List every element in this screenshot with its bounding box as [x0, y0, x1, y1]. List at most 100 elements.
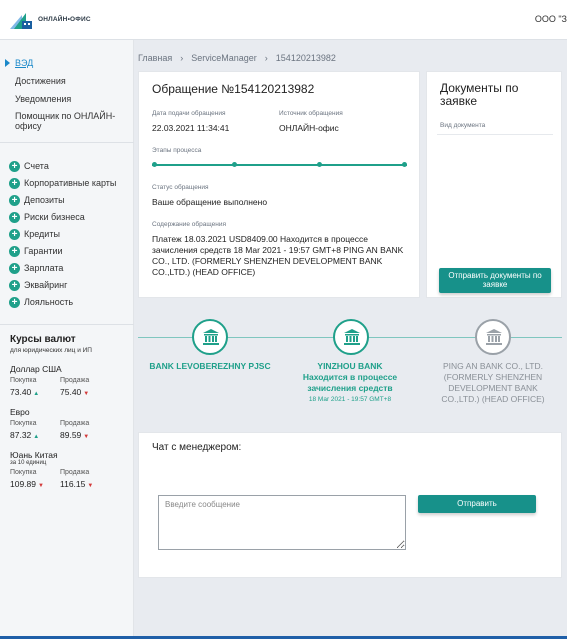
plus-circle-icon: +: [9, 297, 20, 308]
sidebar-item-label: Помощник по ОНЛАЙН-офису: [15, 111, 116, 131]
sidebar-divider: [0, 324, 134, 325]
app-header: ОНЛАЙН•ОФИС ООО "З: [0, 0, 567, 40]
logo-icon[interactable]: [8, 11, 34, 31]
sidebar-item-salary[interactable]: + Зарплата: [0, 260, 134, 277]
bank-building-icon: [203, 329, 219, 345]
buy-value: 73.40: [10, 387, 32, 397]
product-label: Лояльность: [24, 297, 74, 307]
currency-usd: Доллар США Покупка 73.40 ▲ Продажа 75.40 ▼: [10, 364, 130, 397]
currency-name: Доллар США: [10, 364, 62, 374]
sell-value: 89.59: [60, 430, 82, 440]
sell-label: Продажа: [60, 420, 90, 427]
send-message-button[interactable]: Отправить: [418, 495, 536, 513]
product-label: Гарантии: [24, 246, 63, 256]
progress-dot: [317, 162, 322, 167]
plus-circle-icon: +: [9, 195, 20, 206]
plus-circle-icon: +: [9, 263, 20, 274]
documents-title: Документы по заявке: [440, 81, 519, 108]
documents-card: Документы по заявке Вид документа Отправ…: [426, 71, 562, 298]
date-label: Дата подачи обращения: [152, 110, 226, 117]
status-value: Ваше обращение выполнено: [152, 197, 268, 207]
rates-title: Курсы валют: [10, 334, 76, 345]
sell-label: Продажа: [60, 377, 90, 384]
date-value: 22.03.2021 11:34:41: [152, 123, 230, 133]
timeline-step-3: [475, 319, 511, 355]
sidebar-item-business-risks[interactable]: + Риски бизнеса: [0, 209, 134, 226]
stages-label: Этапы процесса: [152, 147, 202, 154]
currency-eur: Евро Покупка 87.32 ▲ Продажа 89.59 ▼: [10, 407, 130, 440]
trend-down-icon: ▼: [83, 391, 90, 397]
source-label: Источник обращения: [279, 110, 343, 117]
breadcrumb-service-manager[interactable]: ServiceManager: [191, 53, 257, 63]
sell-value: 75.40: [60, 387, 82, 397]
company-name[interactable]: ООО "З: [535, 14, 567, 24]
trend-down-icon: ▼: [83, 434, 90, 440]
status-label: Статус обращения: [152, 184, 209, 191]
sidebar-item-label: Достижения: [15, 76, 66, 86]
sidebar-item-guarantees[interactable]: + Гарантии: [0, 243, 134, 260]
progress-dot: [232, 162, 237, 167]
sidebar-item-ved[interactable]: ВЭД: [0, 54, 134, 72]
sidebar-item-accounts[interactable]: + Счета: [0, 158, 134, 175]
progress-dot: [152, 162, 157, 167]
divider: [437, 134, 553, 135]
sidebar-item-acquiring[interactable]: + Эквайринг: [0, 277, 134, 294]
chat-message-input[interactable]: [158, 495, 406, 550]
timeline-step-1-name: BANK LEVOBEREZHNY PJSC: [149, 361, 271, 371]
sidebar-item-corporate-cards[interactable]: + Корпоративные карты: [0, 175, 134, 192]
sidebar-item-achievements[interactable]: Достижения: [0, 72, 134, 90]
plus-circle-icon: +: [9, 212, 20, 223]
product-label: Риски бизнеса: [24, 212, 85, 222]
product-label: Депозиты: [24, 195, 65, 205]
breadcrumb-home[interactable]: Главная: [138, 53, 172, 63]
sidebar-item-notifications[interactable]: Уведомления: [0, 90, 134, 108]
timeline-step-2-status: Находится в процессе зачисления средств: [302, 372, 398, 393]
rates-subtitle: для юридических лиц и ИП: [10, 347, 92, 354]
timeline-step-2: [333, 319, 369, 355]
request-card: Обращение №154120213982 Дата подачи обра…: [138, 71, 420, 298]
request-title: Обращение №154120213982: [152, 82, 315, 96]
timeline-step-2-date: 18 Mar 2021 - 19:57 GMT+8: [308, 396, 392, 403]
content-label: Содержание обращения: [152, 221, 226, 228]
product-label: Кредиты: [24, 229, 60, 239]
sidebar-item-loyalty[interactable]: + Лояльность: [0, 294, 134, 311]
plus-circle-icon: +: [9, 246, 20, 257]
breadcrumb-chevron-icon: ›: [264, 53, 268, 63]
document-type-label: Вид документа: [440, 122, 486, 129]
product-label: Счета: [24, 161, 49, 171]
content-value: Платеж 18.03.2021 USD8409.00 Находится в…: [152, 234, 404, 277]
active-marker-icon: [5, 59, 10, 67]
buy-label: Покупка: [10, 377, 37, 384]
process-progress-bar: [152, 162, 407, 167]
sell-label: Продажа: [60, 469, 90, 476]
product-label: Корпоративные карты: [24, 178, 117, 188]
buy-value: 87.32: [10, 430, 32, 440]
currency-name: Юань Китая: [10, 450, 58, 460]
sidebar-item-assistant[interactable]: Помощник по ОНЛАЙН-офису: [0, 108, 125, 132]
bank-building-icon: [344, 329, 360, 345]
buy-label: Покупка: [10, 469, 37, 476]
timeline-line: [510, 337, 562, 338]
bank-building-icon: [486, 329, 502, 345]
breadcrumb-chevron-icon: ›: [180, 53, 184, 63]
product-label: Эквайринг: [24, 280, 68, 290]
currency-rates: Курсы валют для юридических лиц и ИП Дол…: [10, 334, 130, 489]
product-label: Зарплата: [24, 263, 64, 273]
plus-circle-icon: +: [9, 178, 20, 189]
sidebar-nav: ВЭД Достижения Уведомления Помощник по О…: [0, 54, 134, 132]
plus-circle-icon: +: [9, 280, 20, 291]
source-value: ОНЛАЙН-офис: [279, 123, 339, 133]
chat-card: Чат с менеджером: Отправить: [138, 432, 562, 578]
timeline-step-1: [192, 319, 228, 355]
logo-text: ОНЛАЙН•ОФИС: [38, 16, 91, 23]
send-documents-button[interactable]: Отправить документы по заявке: [439, 268, 551, 293]
currency-note: за 10 единиц: [10, 460, 47, 466]
sell-value: 116.15: [60, 479, 86, 489]
buy-label: Покупка: [10, 420, 37, 427]
currency-cny: Юань Китая за 10 единиц Покупка 109.89 ▼ …: [10, 450, 130, 489]
sidebar-item-credits[interactable]: + Кредиты: [0, 226, 134, 243]
sidebar-item-label: Уведомления: [15, 94, 72, 104]
timeline-step-2-name: YINZHOU BANK: [317, 361, 383, 371]
sidebar-item-deposits[interactable]: + Депозиты: [0, 192, 134, 209]
sidebar-divider: [0, 142, 134, 143]
